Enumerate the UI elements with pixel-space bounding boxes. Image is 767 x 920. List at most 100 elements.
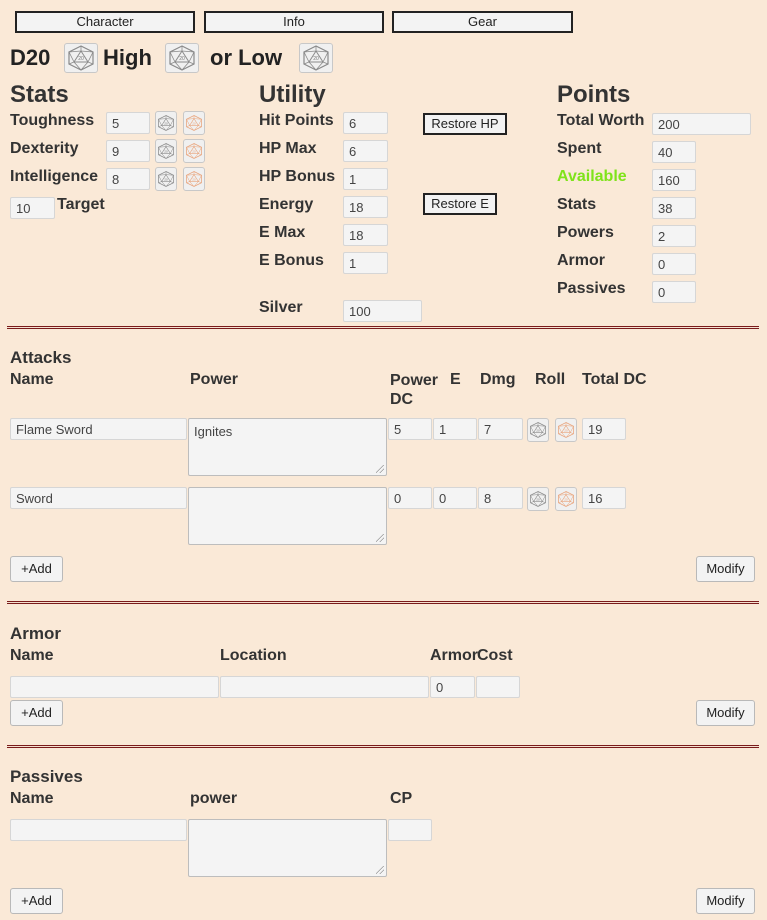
- target-input[interactable]: 10: [10, 197, 55, 219]
- roll-dexterity-button[interactable]: [155, 139, 177, 163]
- restore-e-button[interactable]: Restore E: [423, 193, 497, 215]
- roll-dexterity-alt-button[interactable]: [183, 139, 205, 163]
- passive-power-textarea[interactable]: [188, 819, 387, 877]
- armor-value-input[interactable]: 0: [430, 676, 475, 698]
- toughness-input[interactable]: 5: [106, 112, 150, 134]
- powers-input[interactable]: 2: [652, 225, 696, 247]
- attack-name-input[interactable]: Flame Sword: [10, 418, 187, 440]
- stat-label-dexterity: Dexterity: [10, 140, 79, 157]
- hp-max-input[interactable]: 6: [343, 140, 388, 162]
- passives-header-cp: CP: [390, 790, 413, 807]
- attack-roll-button[interactable]: [527, 487, 549, 511]
- restore-hp-button[interactable]: Restore HP: [423, 113, 507, 135]
- armor-modify-button[interactable]: Modify: [696, 700, 755, 726]
- d20-icon: [158, 115, 174, 131]
- attacks-header-power-dc: Power DC: [390, 372, 439, 408]
- attack-dmg-input[interactable]: 8: [478, 487, 523, 509]
- points-stats-input[interactable]: 38: [652, 197, 696, 219]
- high-label: High: [103, 45, 152, 70]
- attack-power-textarea[interactable]: [188, 487, 387, 545]
- attacks-header-roll: Roll: [535, 371, 566, 388]
- d20-icon: [68, 45, 94, 71]
- d20-orange-icon: [186, 143, 202, 159]
- roll-intelligence-alt-button[interactable]: [183, 167, 205, 191]
- tab-character[interactable]: Character: [15, 11, 195, 33]
- divider: [7, 601, 759, 604]
- attack-roll-button[interactable]: [527, 418, 549, 442]
- intelligence-input[interactable]: 8: [106, 168, 150, 190]
- attacks-modify-button[interactable]: Modify: [696, 556, 755, 582]
- utility-title: Utility: [259, 81, 326, 108]
- resize-grip[interactable]: [376, 866, 384, 874]
- attacks-add-button[interactable]: +Add: [10, 556, 63, 582]
- passive-cp-input[interactable]: [388, 819, 432, 841]
- energy-input[interactable]: 18: [343, 196, 388, 218]
- armor-name-input[interactable]: [10, 676, 219, 698]
- passives-modify-button[interactable]: Modify: [696, 888, 755, 914]
- dexterity-input[interactable]: 9: [106, 140, 150, 162]
- attacks-header-total-dc: Total DC: [582, 371, 647, 388]
- points-passives-input[interactable]: 0: [652, 281, 696, 303]
- stat-label-toughness: Toughness: [10, 112, 95, 129]
- target-label: Target: [57, 196, 105, 213]
- hp-max-label: HP Max: [259, 140, 317, 157]
- points-title: Points: [557, 81, 631, 108]
- attack-dmg-input[interactable]: 7: [478, 418, 523, 440]
- attack-power-textarea[interactable]: Ignites: [188, 418, 387, 476]
- attack-total-dc-input[interactable]: 16: [582, 487, 626, 509]
- roll-intelligence-button[interactable]: [155, 167, 177, 191]
- d20-icon: [303, 45, 329, 71]
- points-armor-label: Armor: [557, 252, 606, 269]
- tab-gear[interactable]: Gear: [392, 11, 573, 33]
- hit-points-input[interactable]: 6: [343, 112, 388, 134]
- attacks-header-dmg: Dmg: [480, 371, 516, 388]
- d20-icon: [158, 171, 174, 187]
- d20-orange-icon: [186, 171, 202, 187]
- d20-orange-icon: [186, 115, 202, 131]
- spent-input[interactable]: 40: [652, 141, 696, 163]
- passives-add-button[interactable]: +Add: [10, 888, 63, 914]
- attack-power-dc-input[interactable]: 0: [388, 487, 432, 509]
- attack-e-input[interactable]: 1: [433, 418, 477, 440]
- resize-grip[interactable]: [376, 534, 384, 542]
- e-max-input[interactable]: 18: [343, 224, 388, 246]
- e-max-label: E Max: [259, 224, 306, 241]
- d20-icon: [530, 491, 546, 507]
- roll-d20-button[interactable]: [64, 43, 98, 73]
- armor-cost-input[interactable]: [476, 676, 520, 698]
- hp-bonus-input[interactable]: 1: [343, 168, 388, 190]
- armor-header-armor: Armor: [430, 647, 479, 664]
- roll-toughness-button[interactable]: [155, 111, 177, 135]
- total-worth-input[interactable]: 200: [652, 113, 751, 135]
- spent-label: Spent: [557, 140, 602, 157]
- silver-input[interactable]: 100: [343, 300, 422, 322]
- available-input[interactable]: 160: [652, 169, 696, 191]
- d20-icon: [169, 45, 195, 71]
- points-armor-input[interactable]: 0: [652, 253, 696, 275]
- points-stats-label: Stats: [557, 196, 597, 213]
- roll-low-button[interactable]: [299, 43, 333, 73]
- tab-info[interactable]: Info: [204, 11, 384, 33]
- resize-grip[interactable]: [376, 465, 384, 473]
- d20-icon: [158, 143, 174, 159]
- passive-name-input[interactable]: [10, 819, 187, 841]
- attack-name-input[interactable]: Sword: [10, 487, 187, 509]
- roll-high-button[interactable]: [165, 43, 199, 73]
- attack-power-dc-input[interactable]: 5: [388, 418, 432, 440]
- armor-header-name: Name: [10, 647, 54, 664]
- e-bonus-input[interactable]: 1: [343, 252, 388, 274]
- attack-roll-alt-button[interactable]: [555, 418, 577, 442]
- d20-icon: [530, 422, 546, 438]
- armor-add-button[interactable]: +Add: [10, 700, 63, 726]
- attacks-header-e: E: [450, 371, 461, 388]
- available-label: Available: [557, 168, 627, 185]
- attack-e-input[interactable]: 0: [433, 487, 477, 509]
- attack-roll-alt-button[interactable]: [555, 487, 577, 511]
- roll-toughness-alt-button[interactable]: [183, 111, 205, 135]
- hit-points-label: Hit Points: [259, 112, 334, 129]
- points-passives-label: Passives: [557, 280, 626, 297]
- armor-location-input[interactable]: [220, 676, 429, 698]
- passives-title: Passives: [10, 767, 83, 786]
- attack-total-dc-input[interactable]: 19: [582, 418, 626, 440]
- silver-label: Silver: [259, 299, 303, 316]
